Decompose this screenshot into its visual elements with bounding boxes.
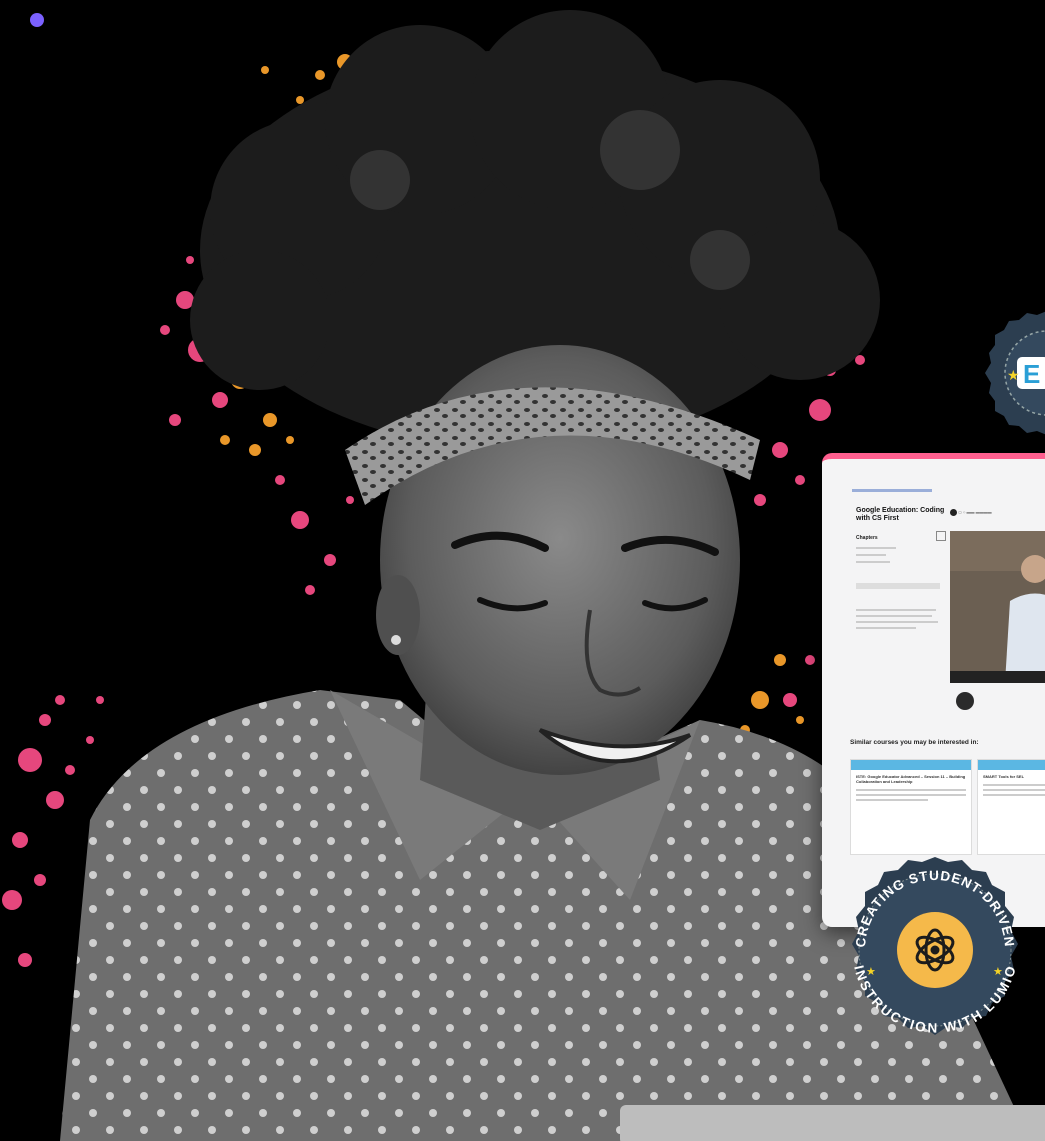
svg-text:E: E: [1023, 359, 1040, 389]
chapter-item: [856, 583, 940, 589]
star-icon: ★: [993, 966, 1003, 978]
lumio-badge: CREATING STUDENT-DRIVEN INSTRUCTION WITH…: [851, 857, 1018, 1036]
hero-image: Google Education: Coding with CS First ▭…: [0, 0, 1045, 1141]
expand-icon[interactable]: [936, 531, 946, 541]
video-player[interactable]: [950, 531, 1045, 683]
star-icon: ★: [866, 966, 876, 978]
similar-course-card[interactable]: ISTE: Google Educator Advanced – Session…: [850, 759, 972, 855]
breadcrumb: [852, 489, 932, 492]
similar-course-card[interactable]: SMART Tools for SEL: [977, 759, 1045, 855]
chapters-label: Chapters: [856, 535, 878, 541]
chapter-line: [856, 554, 886, 556]
similar-courses-heading: Similar courses you may be interested in…: [850, 739, 979, 746]
chapter-line: [856, 615, 932, 617]
star-icon: ★: [1007, 367, 1020, 383]
course-meta: ▭ ○ ▬▬ ▬▬▬▬: [950, 509, 992, 516]
partial-badge: E ★: [985, 311, 1045, 435]
chapter-line: [856, 547, 896, 549]
screen-icon[interactable]: [956, 692, 974, 710]
course-title: Google Education: Coding with CS First: [856, 507, 945, 522]
chapter-line: [856, 609, 936, 611]
chapter-line: [856, 621, 938, 623]
chapter-line: [856, 627, 916, 629]
chapter-line: [856, 561, 890, 563]
